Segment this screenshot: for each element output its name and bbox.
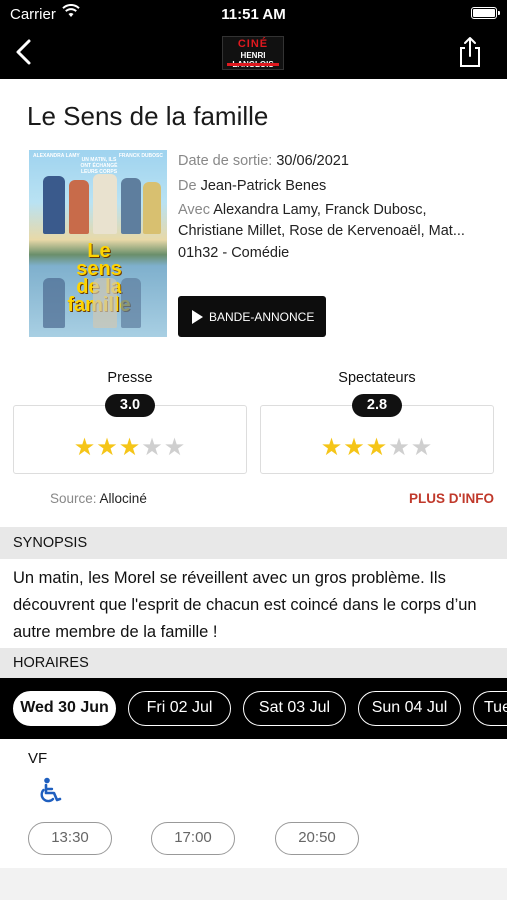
schedule-header: HORAIRES xyxy=(0,648,507,678)
poster-actor-right: FRANCK DUBOSC xyxy=(118,153,163,159)
press-rating-label: Presse xyxy=(107,370,153,386)
release-date: 30/06/2021 xyxy=(276,153,349,169)
poster-tagline: UN MATIN, ILS ONT ÉCHANGÉ LEURS CORPS xyxy=(80,157,118,175)
cast-label: Avec xyxy=(178,202,210,218)
release-row: Date de sortie: 30/06/2021 xyxy=(178,151,488,172)
star-filled-icon: ★ xyxy=(96,434,119,461)
star-empty-icon: ★ xyxy=(388,434,411,461)
showtime-button[interactable]: 13:30 xyxy=(28,822,112,855)
movie-poster[interactable]: ALEXANDRA LAMY UN MATIN, ILS ONT ÉCHANGÉ… xyxy=(29,150,167,337)
date-selector: Wed 30 Jun Fri 02 Jul Sat 03 Jul Sun 04 … xyxy=(0,678,507,739)
wheelchair-icon xyxy=(40,777,62,803)
star-filled-icon: ★ xyxy=(73,434,97,461)
showtime-button[interactable]: 20:50 xyxy=(275,822,359,855)
star-filled-icon: ★ xyxy=(365,434,389,461)
showtimes-panel: VF 13:30 17:00 20:50 xyxy=(0,739,507,868)
synopsis-text: Un matin, les Morel se réveillent avec u… xyxy=(0,559,507,648)
cast-row: Avec Alexandra Lamy, Franck Dubosc, xyxy=(178,200,488,221)
audience-score-badge: 2.8 xyxy=(352,394,402,417)
star-empty-icon: ★ xyxy=(163,434,187,461)
clock: 11:51 AM xyxy=(221,6,286,23)
battery-icon xyxy=(471,7,500,19)
date-tab[interactable]: Sat 03 Jul xyxy=(243,691,346,726)
audience-stars: ★★★★★ xyxy=(261,433,493,462)
press-score-badge: 3.0 xyxy=(105,394,155,417)
source-name: Allociné xyxy=(99,491,147,506)
star-filled-icon: ★ xyxy=(343,434,366,461)
top-bar: Carrier 11:51 AM CINÉ HENRI LANGLOIS xyxy=(0,0,507,79)
more-info-link[interactable]: PLUS D'INFO xyxy=(409,491,494,506)
press-stars: ★★★★★ xyxy=(14,433,246,462)
duration-genre: 01h32 - Comédie xyxy=(178,245,290,261)
director-name: Jean-Patrick Benes xyxy=(200,178,327,194)
play-icon xyxy=(192,309,203,324)
synopsis-header: SYNOPSIS xyxy=(0,527,507,559)
star-empty-icon: ★ xyxy=(410,434,434,461)
logo-line2: HENRI LANGLOIS xyxy=(232,51,273,69)
date-tab[interactable]: Tue xyxy=(473,691,507,726)
rating-source: Source: Allociné xyxy=(50,491,147,506)
star-filled-icon: ★ xyxy=(118,434,142,461)
cast-line1: Alexandra Lamy, Franck Dubosc, xyxy=(213,202,427,218)
date-tab[interactable]: Fri 02 Jul xyxy=(128,691,231,726)
trailer-label: BANDE-ANNONCE xyxy=(209,309,315,324)
cinema-logo: CINÉ HENRI LANGLOIS xyxy=(222,36,284,70)
star-filled-icon: ★ xyxy=(320,434,344,461)
back-button[interactable] xyxy=(12,38,38,66)
poster-actor-left: ALEXANDRA LAMY xyxy=(33,153,80,159)
showtime-button[interactable]: 17:00 xyxy=(151,822,235,855)
movie-details: Le Sens de la famille ALEXANDRA LAMY UN … xyxy=(0,79,507,527)
trailer-button[interactable]: BANDE-ANNONCE xyxy=(178,296,326,337)
share-button[interactable] xyxy=(457,36,483,68)
logo-line1: CINÉ xyxy=(237,38,269,50)
audience-rating-label: Spectateurs xyxy=(338,370,416,386)
date-tab[interactable]: Sun 04 Jul xyxy=(358,691,461,726)
status-bar: Carrier 11:51 AM xyxy=(0,0,507,28)
cast-line2: Christiane Millet, Rose de Kervenoaël, M… xyxy=(178,223,465,239)
director-row: De Jean-Patrick Benes xyxy=(178,176,488,197)
version-label: VF xyxy=(28,750,48,767)
star-empty-icon: ★ xyxy=(141,434,164,461)
director-label: De xyxy=(178,178,197,194)
date-tab[interactable]: Wed 30 Jun xyxy=(13,691,116,726)
source-label: Source: xyxy=(50,491,97,506)
movie-title: Le Sens de la famille xyxy=(27,101,269,131)
release-label: Date de sortie: xyxy=(178,153,273,169)
